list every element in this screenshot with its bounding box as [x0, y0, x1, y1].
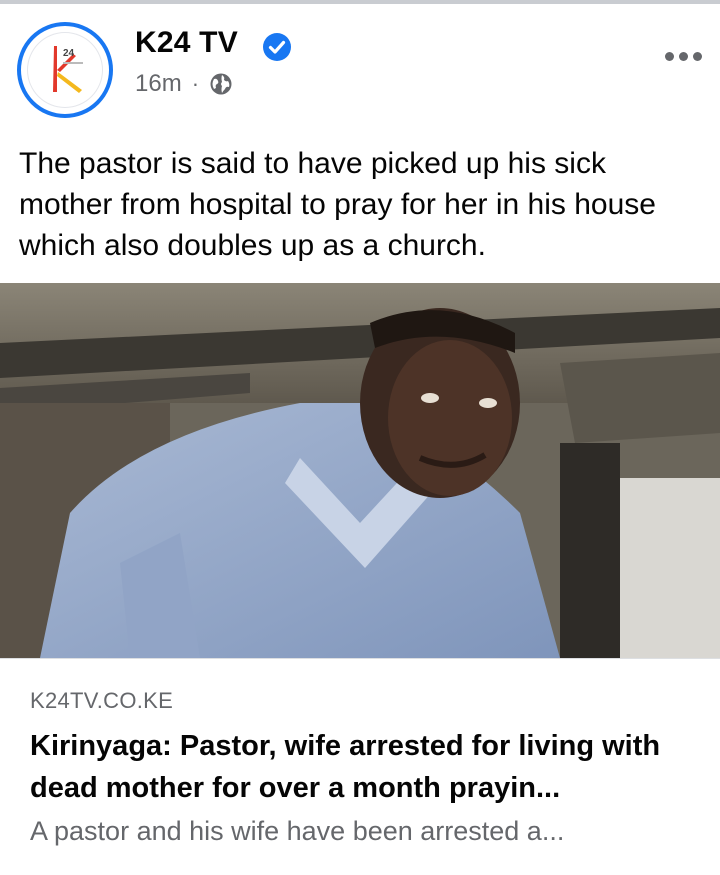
link-preview[interactable]: K24TV.CO.KE Kirinyaga: Pastor, wife arre… — [0, 658, 720, 875]
post-header: 24 K24 TV 16m · — [0, 4, 720, 136]
link-domain: K24TV.CO.KE — [30, 688, 174, 713]
post-text: The pastor is said to have picked up his… — [19, 147, 656, 262]
more-options-button[interactable] — [665, 52, 702, 61]
page-name[interactable]: K24 TV — [135, 26, 238, 60]
verified-badge-icon — [263, 33, 291, 61]
post-photo[interactable] — [0, 283, 720, 658]
link-description: A pastor and his wife have been arrested… — [30, 816, 565, 846]
link-headline[interactable]: Kirinyaga: Pastor, wife arrested for liv… — [30, 725, 700, 809]
post-meta: 16m · — [135, 70, 233, 98]
post-time[interactable]: 16m — [135, 70, 182, 98]
k24-logo: 24 — [27, 32, 103, 108]
svg-text:24: 24 — [63, 48, 75, 59]
more-dot — [665, 52, 674, 61]
meta-separator: · — [191, 71, 200, 96]
globe-icon[interactable] — [209, 72, 233, 96]
avatar[interactable]: 24 — [17, 22, 113, 118]
more-dot — [693, 52, 702, 61]
more-dot — [679, 52, 688, 61]
